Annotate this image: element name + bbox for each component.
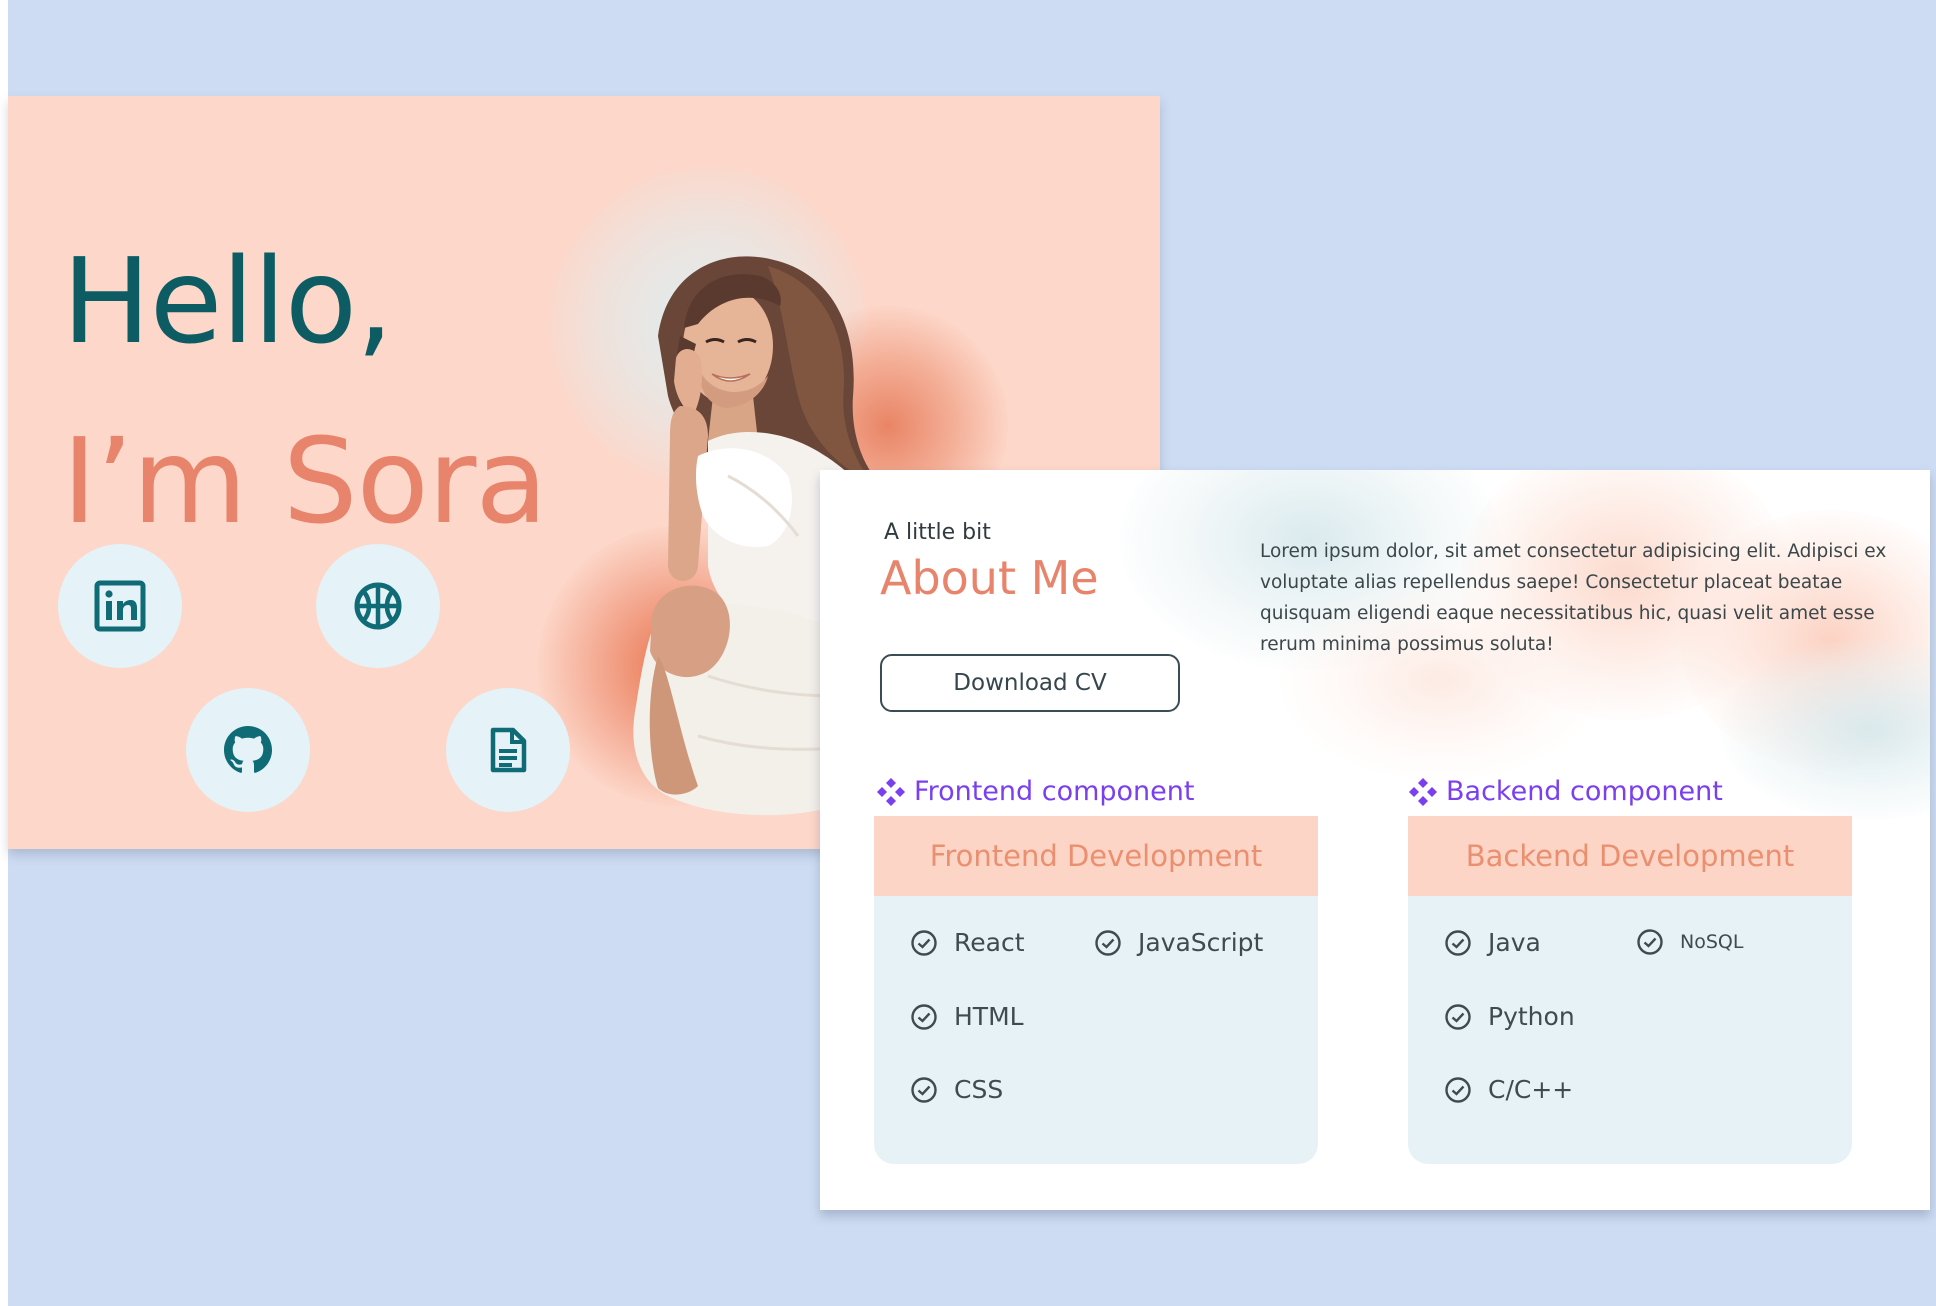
document-icon <box>490 727 527 773</box>
check-circle-icon <box>911 1003 937 1030</box>
skill-item: CSS <box>910 1075 1003 1104</box>
frontend-component-label: Frontend component <box>876 776 1194 807</box>
skill-item: JavaScript <box>1094 928 1263 957</box>
linkedin-link[interactable] <box>58 544 182 668</box>
about-kicker: A little bit <box>884 520 991 545</box>
resume-link[interactable] <box>446 688 570 812</box>
skill-item: NoSQL <box>1636 928 1743 956</box>
backend-component-text: Backend component <box>1446 776 1723 807</box>
check-circle-icon <box>1445 1003 1471 1030</box>
dribbble-icon <box>354 582 402 630</box>
github-link[interactable] <box>186 688 310 812</box>
skill-item: Java <box>1444 928 1541 957</box>
about-title: About Me <box>880 551 1099 605</box>
backend-skill-header: Backend Development <box>1408 816 1852 896</box>
skill-item: HTML <box>910 1002 1024 1031</box>
skill-label: Java <box>1488 928 1541 957</box>
check-circle-icon <box>1637 929 1663 955</box>
github-icon <box>224 726 272 773</box>
frontend-component-text: Frontend component <box>914 776 1195 807</box>
skill-label: React <box>954 928 1025 957</box>
dribbble-link[interactable] <box>316 544 440 668</box>
skill-item: C/C++ <box>1444 1075 1573 1104</box>
skill-label: HTML <box>954 1002 1024 1031</box>
about-card: A little bit About Me Download CV Lorem … <box>820 470 1930 1210</box>
backend-skill-card: Backend Development Java NoSQL Python C/… <box>1408 816 1852 1164</box>
check-circle-icon <box>911 1076 937 1103</box>
about-description: Lorem ipsum dolor, sit amet consectetur … <box>1260 541 1887 655</box>
skill-label: C/C++ <box>1488 1075 1574 1104</box>
skill-item: Python <box>1444 1002 1575 1031</box>
frontend-skill-header: Frontend Development <box>874 816 1318 896</box>
component-icon <box>877 777 905 806</box>
download-cv-button[interactable]: Download CV <box>880 654 1180 712</box>
skill-label: CSS <box>954 1075 1004 1104</box>
check-circle-icon <box>1095 929 1121 956</box>
skill-label: NoSQL <box>1680 931 1744 953</box>
skill-label: Python <box>1488 1002 1575 1031</box>
linkedin-icon <box>94 580 146 632</box>
frontend-skill-card: Frontend Development React JavaScript HT… <box>874 816 1318 1164</box>
check-circle-icon <box>911 929 937 956</box>
skill-item: React <box>910 928 1025 957</box>
component-icon <box>1409 777 1437 806</box>
backend-component-label: Backend component <box>1408 776 1723 807</box>
check-circle-icon <box>1445 929 1471 956</box>
skill-label: JavaScript <box>1138 928 1264 957</box>
check-circle-icon <box>1445 1076 1471 1103</box>
